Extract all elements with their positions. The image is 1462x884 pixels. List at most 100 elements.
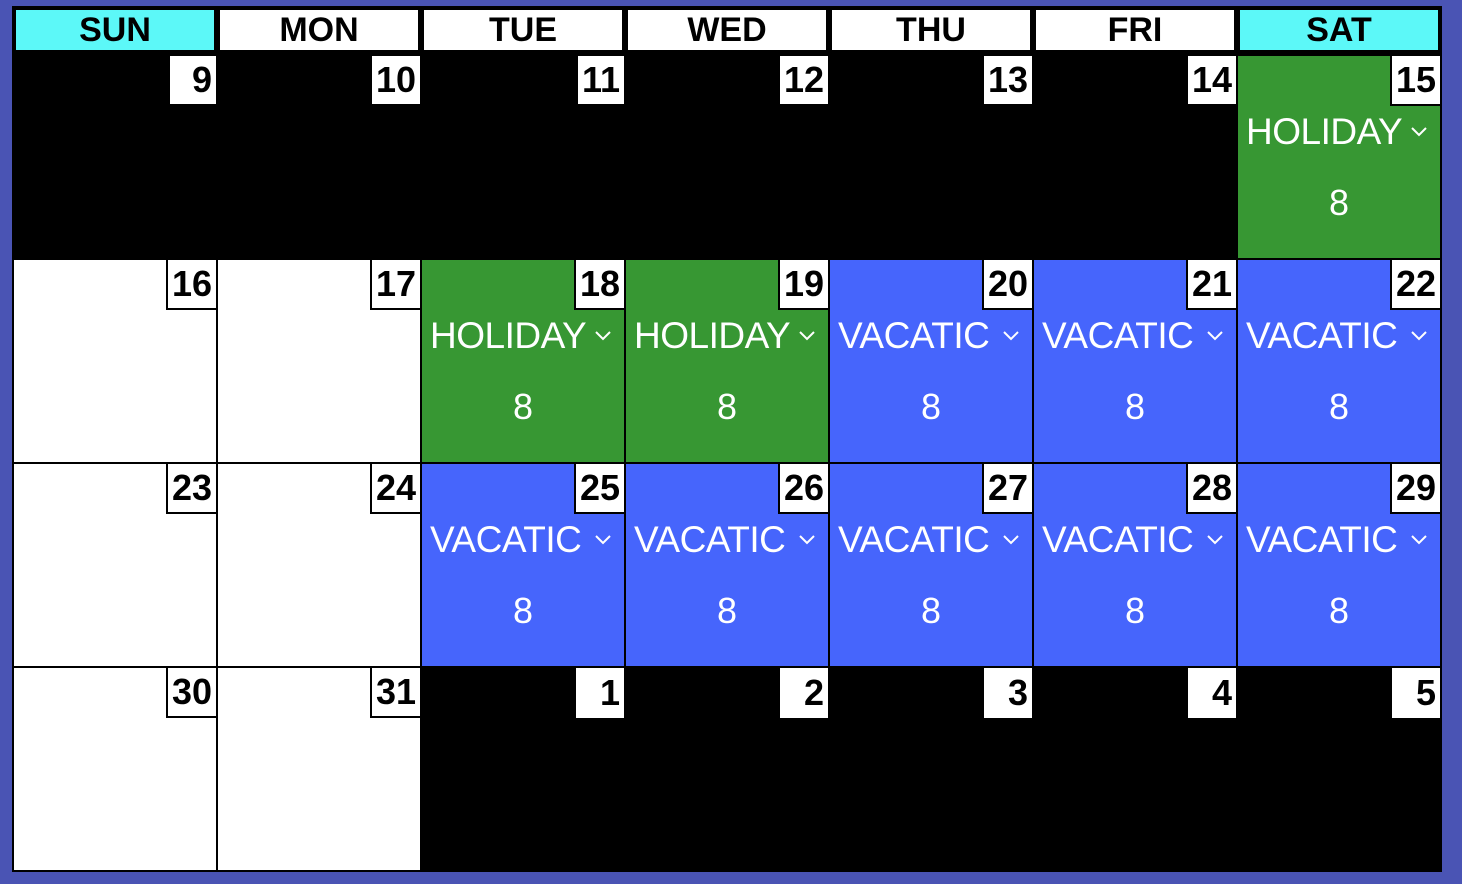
- day-number: 9: [168, 56, 216, 106]
- day-number: 25: [573, 464, 624, 514]
- hours-value[interactable]: 8: [830, 386, 1032, 428]
- day-cell-17[interactable]: 17: [218, 260, 420, 462]
- leave-type-value: VACATIC: [838, 315, 990, 356]
- day-cell-31[interactable]: 31: [218, 668, 420, 870]
- day-cell-13: 13: [830, 56, 1032, 258]
- hours-value[interactable]: 8: [1238, 386, 1440, 428]
- day-cell-27[interactable]: 27 VACATIC 8: [830, 464, 1032, 666]
- day-number: 24: [369, 464, 420, 514]
- leave-type-dropdown[interactable]: VACATIC: [1042, 516, 1226, 564]
- day-cell-12: 12: [626, 56, 828, 258]
- day-cell-9: 9: [14, 56, 216, 258]
- day-number: 21: [1185, 260, 1236, 310]
- day-number: 2: [780, 668, 828, 718]
- leave-type-dropdown[interactable]: VACATIC: [1246, 516, 1430, 564]
- chevron-down-icon[interactable]: [796, 325, 818, 347]
- day-number: 5: [1392, 668, 1440, 718]
- leave-type-value: VACATIC: [1246, 519, 1398, 560]
- day-number: 30: [165, 668, 216, 718]
- weekday-header-fri: FRI: [1034, 8, 1236, 52]
- day-cell-20[interactable]: 20 VACATIC 8: [830, 260, 1032, 462]
- day-number: 31: [369, 668, 420, 718]
- leave-type-dropdown[interactable]: VACATIC: [838, 312, 1022, 360]
- hours-value[interactable]: 8: [1034, 590, 1236, 632]
- chevron-down-icon[interactable]: [1000, 325, 1022, 347]
- leave-type-dropdown[interactable]: VACATIC: [1042, 312, 1226, 360]
- hours-value[interactable]: 8: [422, 590, 624, 632]
- day-cell-15[interactable]: 15 HOLIDAY 8: [1238, 56, 1440, 258]
- weekday-header-mon: MON: [218, 8, 420, 52]
- day-cell-10: 10: [218, 56, 420, 258]
- leave-type-dropdown[interactable]: HOLIDAY: [634, 312, 818, 360]
- hours-value[interactable]: 8: [830, 590, 1032, 632]
- day-cell-22[interactable]: 22 VACATIC 8: [1238, 260, 1440, 462]
- leave-type-value: VACATIC: [838, 519, 990, 560]
- weekday-header-tue: TUE: [422, 8, 624, 52]
- weekday-header-sat: SAT: [1238, 8, 1440, 52]
- day-cell-1: 1: [422, 668, 624, 870]
- leave-type-dropdown[interactable]: HOLIDAY: [430, 312, 614, 360]
- chevron-down-icon[interactable]: [592, 325, 614, 347]
- chevron-down-icon[interactable]: [796, 529, 818, 551]
- leave-type-dropdown[interactable]: VACATIC: [838, 516, 1022, 564]
- day-cell-30[interactable]: 30: [14, 668, 216, 870]
- day-number: 14: [1185, 56, 1236, 106]
- day-cell-23[interactable]: 23: [14, 464, 216, 666]
- chevron-down-icon[interactable]: [1204, 325, 1226, 347]
- day-number: 29: [1389, 464, 1440, 514]
- leave-type-dropdown[interactable]: VACATIC: [1246, 312, 1430, 360]
- day-cell-28[interactable]: 28 VACATIC 8: [1034, 464, 1236, 666]
- day-cell-24[interactable]: 24: [218, 464, 420, 666]
- hours-value[interactable]: 8: [1034, 386, 1236, 428]
- day-number: 15: [1389, 56, 1440, 106]
- leave-type-dropdown[interactable]: VACATIC: [430, 516, 614, 564]
- day-number: 23: [165, 464, 216, 514]
- month-calendar: SUN MON TUE WED THU FRI SAT 9 10 11 12 13 14 15 HOLID…: [12, 6, 1442, 872]
- day-cell-26[interactable]: 26 VACATIC 8: [626, 464, 828, 666]
- day-cell-29[interactable]: 29 VACATIC 8: [1238, 464, 1440, 666]
- hours-value[interactable]: 8: [1238, 590, 1440, 632]
- chevron-down-icon[interactable]: [592, 529, 614, 551]
- day-cell-18[interactable]: 18 HOLIDAY 8: [422, 260, 624, 462]
- leave-type-value: VACATIC: [1042, 315, 1194, 356]
- hours-value[interactable]: 8: [422, 386, 624, 428]
- day-number: 10: [369, 56, 420, 106]
- chevron-down-icon[interactable]: [1408, 121, 1430, 143]
- day-cell-16[interactable]: 16: [14, 260, 216, 462]
- day-number: 13: [981, 56, 1032, 106]
- leave-type-value: VACATIC: [1246, 315, 1398, 356]
- chevron-down-icon[interactable]: [1408, 325, 1430, 347]
- weekday-header-thu: THU: [830, 8, 1032, 52]
- leave-type-value: VACATIC: [634, 519, 786, 560]
- hours-value[interactable]: 8: [626, 386, 828, 428]
- day-cell-3: 3: [830, 668, 1032, 870]
- hours-value[interactable]: 8: [1238, 182, 1440, 224]
- day-number: 19: [777, 260, 828, 310]
- chevron-down-icon[interactable]: [1000, 529, 1022, 551]
- chevron-down-icon[interactable]: [1204, 529, 1226, 551]
- day-cell-5: 5: [1238, 668, 1440, 870]
- day-number: 12: [777, 56, 828, 106]
- leave-type-value: HOLIDAY: [430, 315, 587, 356]
- day-number: 22: [1389, 260, 1440, 310]
- day-cell-19[interactable]: 19 HOLIDAY 8: [626, 260, 828, 462]
- day-number: 11: [575, 56, 624, 106]
- leave-type-value: HOLIDAY: [1246, 111, 1403, 152]
- day-cell-4: 4: [1034, 668, 1236, 870]
- day-cell-11: 11: [422, 56, 624, 258]
- day-number: 18: [573, 260, 624, 310]
- leave-type-dropdown[interactable]: VACATIC: [634, 516, 818, 564]
- day-number: 26: [777, 464, 828, 514]
- day-cell-21[interactable]: 21 VACATIC 8: [1034, 260, 1236, 462]
- day-number: 3: [984, 668, 1032, 718]
- weekday-header-sun: SUN: [14, 8, 216, 52]
- day-cell-14: 14: [1034, 56, 1236, 258]
- day-cell-2: 2: [626, 668, 828, 870]
- hours-value[interactable]: 8: [626, 590, 828, 632]
- weekday-header-wed: WED: [626, 8, 828, 52]
- leave-type-dropdown[interactable]: HOLIDAY: [1246, 108, 1430, 156]
- chevron-down-icon[interactable]: [1408, 529, 1430, 551]
- day-cell-25[interactable]: 25 VACATIC 8: [422, 464, 624, 666]
- day-number: 16: [165, 260, 216, 310]
- leave-type-value: VACATIC: [430, 519, 582, 560]
